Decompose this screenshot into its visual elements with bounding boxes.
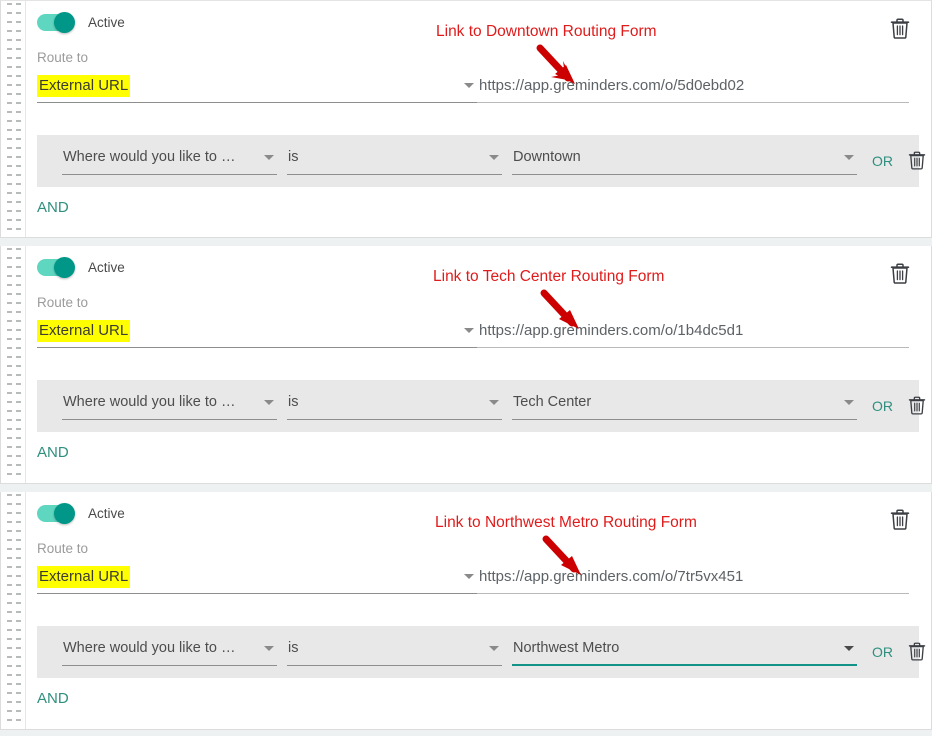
route-to-label: Route to <box>37 50 89 65</box>
chevron-down-icon <box>489 646 499 651</box>
condition-field-select[interactable]: Where would you like to … <box>62 638 277 666</box>
condition-value: Tech Center <box>513 394 592 410</box>
condition-operator-select[interactable]: is <box>287 147 502 175</box>
condition-operator-select[interactable]: is <box>287 638 502 666</box>
condition-operator-value: is <box>288 149 299 165</box>
chevron-down-icon <box>489 400 499 405</box>
card-divider <box>25 1 26 237</box>
condition-field-value: Where would you like to … <box>63 394 236 410</box>
active-toggle-label: Active <box>88 505 125 521</box>
routing-rules-page: Active Route to External URL https://app… <box>0 0 932 736</box>
route-to-select[interactable]: External URL <box>37 566 477 594</box>
condition-field-select[interactable]: Where would you like to … <box>62 147 277 175</box>
condition-value: Downtown <box>513 149 581 165</box>
add-and-condition-button[interactable]: AND <box>37 690 69 707</box>
toggle-switch-icon[interactable] <box>37 12 75 33</box>
drag-handle-icon[interactable] <box>7 1 23 237</box>
routing-rule-card: Active Route to External URL https://app… <box>0 492 932 730</box>
or-button[interactable]: OR <box>872 398 893 414</box>
condition-operator-select[interactable]: is <box>287 392 502 420</box>
condition-value-select[interactable]: Northwest Metro <box>512 638 857 666</box>
or-button[interactable]: OR <box>872 153 893 169</box>
toggle-switch-icon[interactable] <box>37 503 75 524</box>
delete-condition-button[interactable] <box>908 151 926 170</box>
delete-rule-button[interactable] <box>890 18 910 39</box>
delete-rule-button[interactable] <box>890 263 910 284</box>
route-to-select[interactable]: External URL <box>37 75 477 103</box>
external-url-input[interactable]: https://app.greminders.com/o/1b4dc5d1 <box>477 320 909 348</box>
condition-operator-value: is <box>288 640 299 656</box>
annotation-text: Link to Tech Center Routing Form <box>433 268 665 285</box>
toggle-switch-icon[interactable] <box>37 257 75 278</box>
external-url-input[interactable]: https://app.greminders.com/o/5d0ebd02 <box>477 75 909 103</box>
condition-row: Where would you like to … is Tech Center… <box>37 380 926 432</box>
condition-value-select[interactable]: Downtown <box>512 147 857 175</box>
card-divider <box>25 492 26 729</box>
condition-value: Northwest Metro <box>513 640 620 656</box>
chevron-down-icon <box>264 400 274 405</box>
routing-rule-card: Active Route to External URL https://app… <box>0 246 932 484</box>
active-toggle-label: Active <box>88 14 125 30</box>
active-toggle-label: Active <box>88 259 125 275</box>
delete-condition-button[interactable] <box>908 642 926 661</box>
route-to-select[interactable]: External URL <box>37 320 477 348</box>
drag-handle-icon[interactable] <box>7 492 23 729</box>
chevron-down-icon <box>464 328 474 333</box>
chevron-down-icon <box>489 155 499 160</box>
condition-field-value: Where would you like to … <box>63 149 236 165</box>
annotation-text: Link to Downtown Routing Form <box>436 23 657 40</box>
active-toggle[interactable]: Active <box>37 257 125 278</box>
chevron-down-icon <box>844 400 854 405</box>
external-url-value: https://app.greminders.com/o/7tr5vx451 <box>479 568 744 585</box>
delete-rule-button[interactable] <box>890 509 910 530</box>
route-to-value: External URL <box>37 320 131 342</box>
condition-row: Where would you like to … is Northwest M… <box>37 626 926 678</box>
chevron-down-icon <box>464 574 474 579</box>
external-url-input[interactable]: https://app.greminders.com/o/7tr5vx451 <box>477 566 909 594</box>
route-to-value: External URL <box>37 75 131 97</box>
condition-operator-value: is <box>288 394 299 410</box>
external-url-value: https://app.greminders.com/o/1b4dc5d1 <box>479 322 744 339</box>
condition-field-select[interactable]: Where would you like to … <box>62 392 277 420</box>
or-button[interactable]: OR <box>872 644 893 660</box>
route-to-label: Route to <box>37 541 89 556</box>
route-to-label: Route to <box>37 295 89 310</box>
chevron-down-icon <box>264 646 274 651</box>
card-divider <box>25 246 26 483</box>
route-to-value: External URL <box>37 566 131 588</box>
active-toggle[interactable]: Active <box>37 12 125 33</box>
condition-row: Where would you like to … is Downtown OR <box>37 135 926 187</box>
add-and-condition-button[interactable]: AND <box>37 444 69 461</box>
add-and-condition-button[interactable]: AND <box>37 199 69 216</box>
active-toggle[interactable]: Active <box>37 503 125 524</box>
chevron-down-icon <box>844 646 854 651</box>
external-url-value: https://app.greminders.com/o/5d0ebd02 <box>479 77 745 94</box>
routing-rule-card: Active Route to External URL https://app… <box>0 0 932 238</box>
drag-handle-icon[interactable] <box>7 246 23 483</box>
condition-field-value: Where would you like to … <box>63 640 236 656</box>
chevron-down-icon <box>264 155 274 160</box>
condition-value-select[interactable]: Tech Center <box>512 392 857 420</box>
chevron-down-icon <box>464 83 474 88</box>
delete-condition-button[interactable] <box>908 396 926 415</box>
annotation-text: Link to Northwest Metro Routing Form <box>435 514 697 531</box>
chevron-down-icon <box>844 155 854 160</box>
